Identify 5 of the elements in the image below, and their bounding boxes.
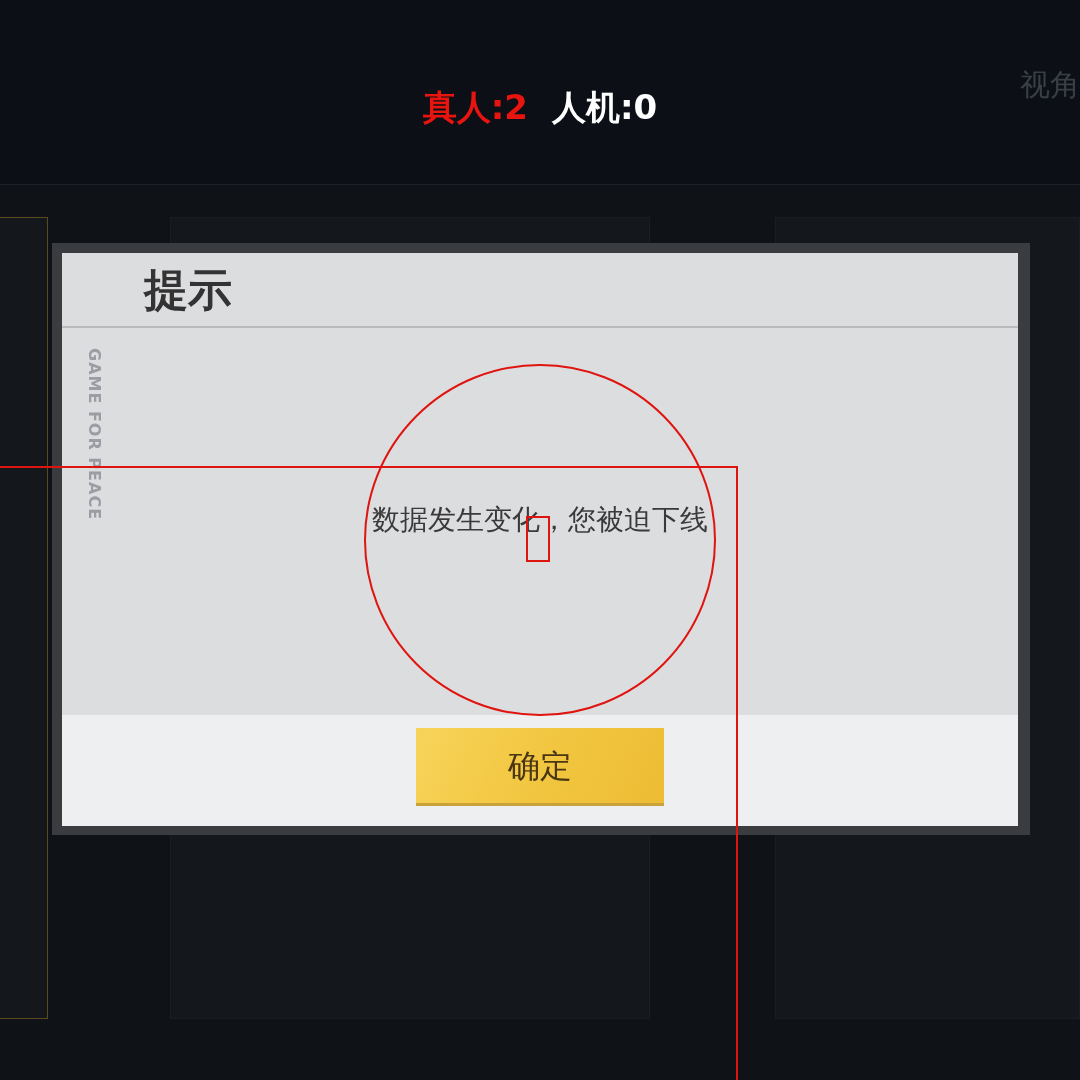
- confirm-button[interactable]: 确定: [416, 728, 664, 806]
- count-label: 真人:2: [422, 86, 528, 129]
- count-label: 人机:0: [552, 86, 658, 129]
- decor-text: GAME FOR PEACE: [84, 348, 105, 521]
- dialog-title: 提示: [144, 267, 232, 312]
